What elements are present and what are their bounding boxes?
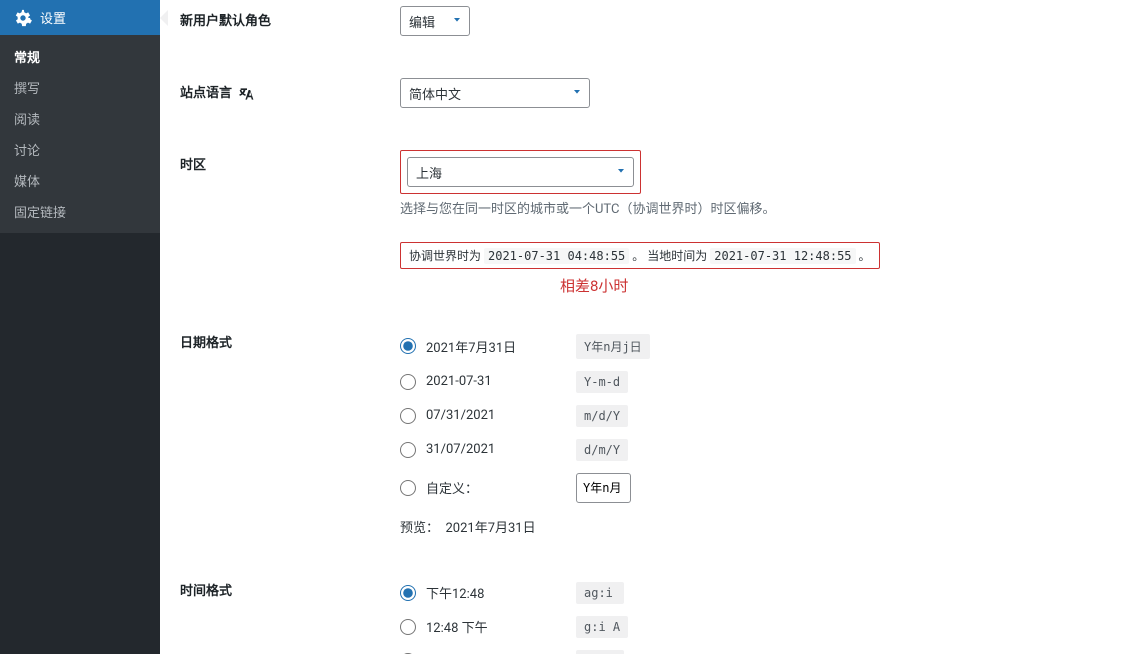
date-format-option-3[interactable]: 31/07/2021 — [426, 442, 566, 457]
select-site-language[interactable]: 简体中文 — [400, 78, 590, 108]
date-format-radio-custom[interactable] — [400, 480, 416, 496]
date-format-code-0: Y年n月j日 — [576, 334, 650, 359]
sep1: 。 — [632, 249, 647, 263]
gear-icon — [14, 9, 32, 27]
date-format-radio-0[interactable] — [400, 338, 416, 354]
chevron-down-icon — [451, 14, 463, 30]
select-new-user-role[interactable]: 编辑 — [400, 6, 470, 36]
local-time: 2021-07-31 12:48:55 — [710, 248, 855, 264]
time-format-option-1[interactable]: 12:48 下午 — [426, 617, 566, 636]
sidebar-item-general[interactable]: 常规 — [0, 41, 160, 72]
main-content: 新用户默认角色 编辑 站点语言 简体中文 — [160, 0, 1139, 654]
timezone-highlight-box: 上海 — [400, 150, 641, 194]
date-format-preview: 预览： 2021年7月31日 — [400, 517, 1119, 536]
utc-label: 协调世界时为 — [409, 249, 481, 263]
local-label: 当地时间为 — [647, 249, 707, 263]
date-format-option-1[interactable]: 2021-07-31 — [426, 374, 566, 389]
date-format-code-2: m/d/Y — [576, 405, 628, 427]
sidebar-item-permalinks[interactable]: 固定链接 — [0, 196, 160, 227]
translate-icon — [239, 86, 255, 102]
time-format-code-0: ag:i — [576, 582, 624, 604]
sidebar-menu-settings-label: 设置 — [40, 8, 66, 27]
label-site-language: 站点语言 — [180, 78, 400, 108]
select-site-language-value: 简体中文 — [409, 84, 461, 103]
time-format-option-0[interactable]: 下午12:48 — [426, 583, 566, 602]
chevron-down-icon — [615, 165, 627, 181]
label-time-format: 时间格式 — [180, 576, 400, 654]
sidebar-item-media[interactable]: 媒体 — [0, 165, 160, 196]
date-format-preview-value: 2021年7月31日 — [445, 521, 535, 536]
date-format-custom-label[interactable]: 自定义： — [426, 478, 566, 497]
date-format-custom-input[interactable] — [576, 473, 631, 503]
date-format-radio-3[interactable] — [400, 442, 416, 458]
select-timezone[interactable]: 上海 — [407, 157, 634, 187]
label-timezone: 时区 — [180, 150, 400, 296]
date-format-option-2[interactable]: 07/31/2021 — [426, 408, 566, 423]
select-new-user-role-value: 编辑 — [409, 12, 435, 31]
sidebar-item-writing[interactable]: 撰写 — [0, 72, 160, 103]
sidebar-item-discussion[interactable]: 讨论 — [0, 134, 160, 165]
select-timezone-value: 上海 — [416, 163, 442, 182]
label-date-format: 日期格式 — [180, 328, 400, 536]
timezone-help: 选择与您在同一时区的城市或一个UTC（协调世界时）时区偏移。 — [400, 200, 1119, 220]
chevron-down-icon — [571, 86, 583, 102]
time-format-code-2: H:i — [576, 650, 624, 654]
admin-sidebar: 设置 常规 撰写 阅读 讨论 媒体 固定链接 — [0, 0, 160, 654]
sidebar-submenu: 常规 撰写 阅读 讨论 媒体 固定链接 — [0, 35, 160, 233]
timezone-info-box: 协调世界时为 2021-07-31 04:48:55 。 当地时间为 2021-… — [400, 242, 880, 269]
sidebar-menu-settings[interactable]: 设置 — [0, 0, 160, 35]
time-format-radio-1[interactable] — [400, 619, 416, 635]
timezone-annotation: 相差8小时 — [560, 275, 1119, 296]
label-new-user-role: 新用户默认角色 — [180, 6, 400, 36]
date-format-code-1: Y-m-d — [576, 371, 628, 393]
date-format-radio-1[interactable] — [400, 374, 416, 390]
time-format-radio-0[interactable] — [400, 585, 416, 601]
date-format-option-0[interactable]: 2021年7月31日 — [426, 337, 566, 356]
sep2: 。 — [859, 249, 871, 263]
sidebar-item-reading[interactable]: 阅读 — [0, 103, 160, 134]
date-format-radio-2[interactable] — [400, 408, 416, 424]
time-format-code-1: g:i A — [576, 616, 628, 638]
utc-time: 2021-07-31 04:48:55 — [484, 248, 629, 264]
date-format-code-3: d/m/Y — [576, 439, 628, 461]
date-format-preview-label: 预览： — [400, 521, 439, 536]
label-site-language-text: 站点语言 — [180, 86, 232, 101]
